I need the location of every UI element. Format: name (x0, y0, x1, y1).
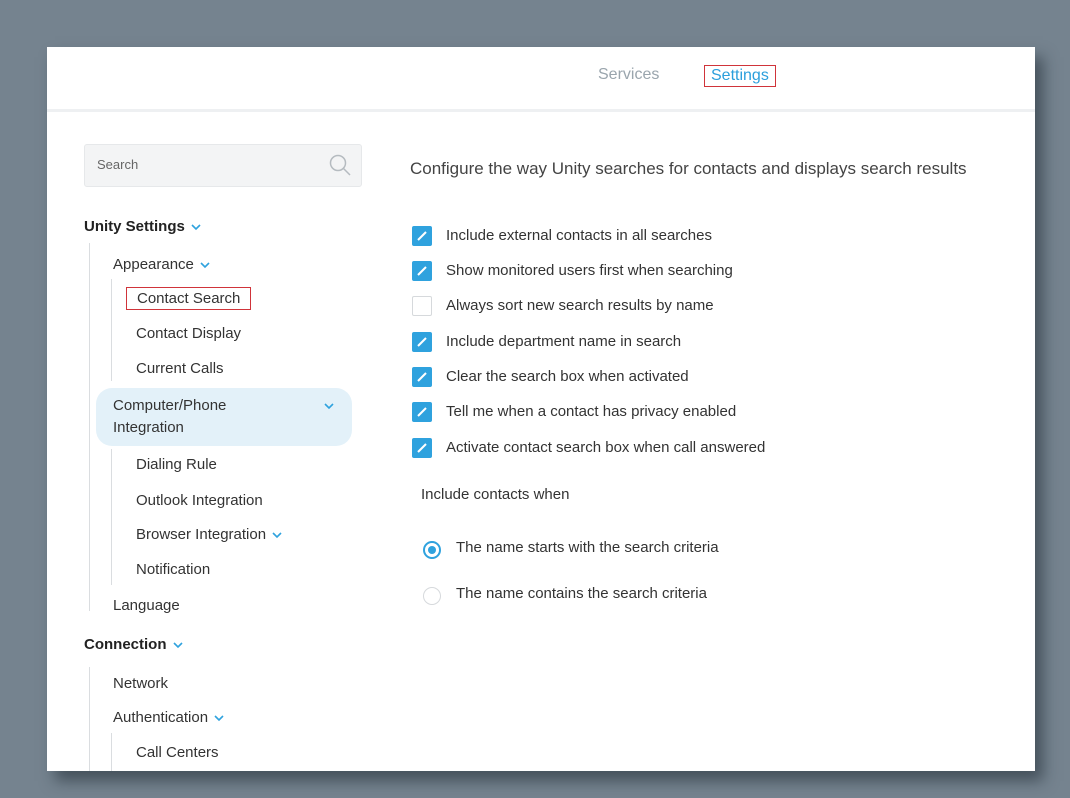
chevron-down-icon (172, 642, 183, 649)
sidebar-item-dialing-rule[interactable]: Dialing Rule (136, 456, 217, 473)
radio-label: The name contains the search criteria (456, 585, 707, 602)
radio-label: The name starts with the search criteria (456, 539, 719, 556)
chevron-down-icon (272, 532, 282, 539)
sidebar-search-box (84, 144, 362, 187)
sidebar-item-connection[interactable]: Connection (84, 636, 184, 653)
checkbox-unchecked[interactable] (412, 296, 432, 316)
sidebar-item-appearance[interactable]: Appearance (113, 256, 211, 273)
check-slash-icon (417, 443, 427, 453)
option-label: Show monitored users first when searchin… (446, 262, 733, 279)
tab-services[interactable]: Services (592, 65, 665, 85)
sidebar-item-contact-display[interactable]: Contact Display (136, 325, 241, 342)
check-slash-icon (417, 407, 427, 417)
chevron-down-icon (191, 224, 201, 231)
checkbox-checked[interactable] (412, 438, 432, 458)
checkbox-checked[interactable] (412, 367, 432, 387)
sidebar-search-input[interactable] (95, 156, 319, 173)
search-icon[interactable] (328, 153, 352, 177)
sidebar-item-label: Connection (84, 636, 167, 653)
settings-window: Services Settings Unity Settings Appeara… (47, 47, 1035, 771)
tree-line-authentication (111, 733, 112, 771)
include-contacts-heading: Include contacts when (421, 486, 570, 503)
option-label: Activate contact search box when call an… (446, 439, 766, 456)
option-label: Include department name in search (446, 333, 682, 350)
chevron-down-icon (324, 403, 334, 410)
checkbox-checked[interactable] (412, 402, 432, 422)
sidebar-item-authentication[interactable]: Authentication (113, 709, 225, 726)
option-label: Clear the search box when activated (446, 368, 689, 385)
tree-line-cpi (111, 449, 112, 585)
sidebar-item-current-calls[interactable]: Current Calls (136, 360, 224, 377)
sidebar-item-browser-integration[interactable]: Browser Integration (136, 526, 283, 543)
option-label: Include external contacts in all searche… (446, 227, 712, 244)
checkbox-checked[interactable] (412, 332, 432, 352)
checkbox-checked[interactable] (412, 261, 432, 281)
sidebar-item-outlook-integration[interactable]: Outlook Integration (136, 492, 263, 509)
sidebar-item-call-centers[interactable]: Call Centers (136, 744, 219, 761)
sidebar-item-label: Integration (113, 419, 184, 436)
tree-line-connection (89, 667, 90, 771)
sidebar-item-label: Unity Settings (84, 218, 185, 235)
tree-line-unity (89, 243, 90, 611)
page-title: Configure the way Unity searches for con… (410, 159, 967, 178)
sidebar-item-label: Authentication (113, 709, 209, 726)
sidebar-item-unity-settings[interactable]: Unity Settings (84, 218, 202, 235)
check-slash-icon (417, 337, 427, 347)
sidebar-item-computer-phone-integration[interactable]: Computer/Phone Integration (113, 395, 343, 445)
tree-line-appearance (111, 279, 112, 381)
radio-selected[interactable] (423, 541, 441, 559)
option-label: Tell me when a contact has privacy enabl… (446, 403, 737, 420)
top-nav-bar: Services Settings (47, 47, 1035, 112)
chevron-down-icon (200, 262, 210, 269)
check-slash-icon (417, 231, 427, 241)
sidebar-item-label: Computer/Phone (113, 397, 227, 414)
check-slash-icon (417, 266, 427, 276)
sidebar-item-label: Appearance (113, 256, 194, 273)
chevron-down-icon (214, 715, 224, 722)
checkbox-checked[interactable] (412, 226, 432, 246)
sidebar-item-language[interactable]: Language (113, 597, 180, 614)
sidebar-item-notification[interactable]: Notification (136, 561, 210, 578)
check-slash-icon (417, 372, 427, 382)
option-label: Always sort new search results by name (446, 297, 714, 314)
tab-settings[interactable]: Settings (704, 65, 776, 87)
sidebar-item-network[interactable]: Network (113, 675, 168, 692)
sidebar-item-label: Browser Integration (136, 526, 267, 543)
radio-unselected[interactable] (423, 587, 441, 605)
sidebar-item-contact-search[interactable]: Contact Search (126, 287, 252, 310)
